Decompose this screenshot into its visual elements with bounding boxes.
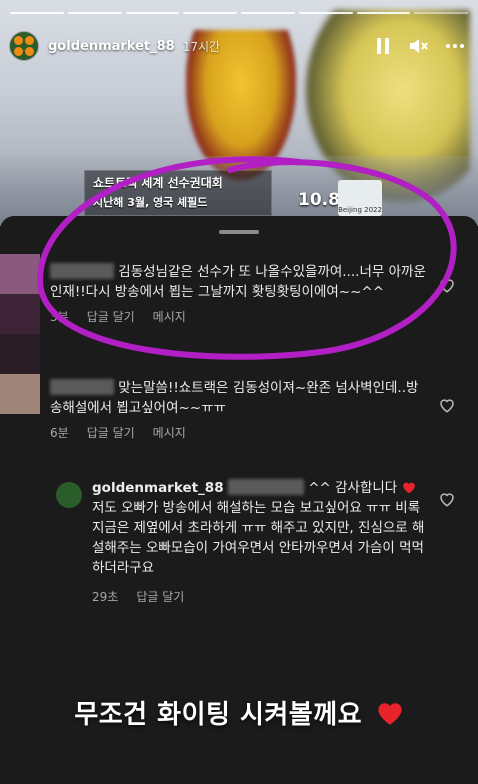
progress-segment	[183, 12, 237, 14]
avatar[interactable]	[0, 254, 40, 374]
blurred-username	[227, 479, 304, 495]
reply-button[interactable]: 답글 달기	[87, 424, 135, 441]
caption-line1: 쇼트트랙 세계 선수권대회	[93, 176, 223, 190]
more-icon[interactable]	[444, 35, 466, 57]
comment-time: 29초	[92, 590, 119, 604]
comment-time: 6분	[50, 426, 69, 440]
heart-icon[interactable]	[438, 396, 456, 414]
avatar[interactable]	[0, 374, 40, 414]
username[interactable]: goldenmarket_88	[48, 39, 175, 54]
message-button[interactable]: 메시지	[153, 424, 186, 441]
sheet-grabber[interactable]	[219, 230, 259, 234]
avatar[interactable]	[10, 32, 38, 60]
progress-segment	[67, 12, 122, 14]
score-display: 10.8	[298, 190, 340, 210]
progress-segment	[10, 12, 64, 14]
progress-segment	[356, 12, 411, 14]
comment-text: goldenmarket_88 ^^ 감사합니다 저도 오빠가 방송에서 해설하…	[92, 479, 425, 576]
comment-text: 김동성님같은 선수가 또 나올수있을까여....너무 아까운 인재!!다시 방송…	[50, 263, 426, 300]
caption-line2: 지난해 3월, 영국 셰필드	[93, 196, 208, 209]
blurred-username	[50, 379, 114, 395]
comment-time: 3분	[50, 310, 69, 324]
blurred-username	[50, 263, 114, 279]
message-button[interactable]: 메시지	[153, 308, 186, 325]
heart-icon[interactable]	[438, 490, 456, 508]
comment-text: 맞는말씀!!쇼트랙은 김동성이져~완존 넘사벽인데..방송해설에서 뵙고싶어여~…	[50, 379, 419, 416]
heart-emoji-icon	[402, 482, 415, 494]
story-header: goldenmarket_88 17시간	[10, 28, 466, 64]
overlay-text: 무조건 화이팅 시켜볼께요	[0, 694, 478, 731]
progress-segment	[241, 12, 295, 14]
reply-button[interactable]: 답글 달기	[87, 308, 135, 325]
pause-icon[interactable]	[372, 35, 394, 57]
heart-icon[interactable]	[438, 276, 456, 294]
story-progress	[10, 12, 468, 14]
broadcast-caption: 쇼트트랙 세계 선수권대회 지난해 3월, 영국 셰필드	[84, 170, 272, 216]
heart-emoji-icon	[377, 703, 402, 725]
reply-button[interactable]: 답글 달기	[136, 588, 184, 605]
avatar[interactable]	[56, 482, 82, 508]
post-time: 17시간	[182, 39, 221, 54]
progress-segment	[298, 12, 353, 14]
progress-segment	[414, 12, 468, 14]
progress-segment	[125, 12, 180, 14]
comment-username[interactable]: goldenmarket_88	[92, 480, 224, 496]
mute-icon[interactable]	[408, 35, 430, 57]
beijing-logo: Beijing 2022	[338, 180, 382, 216]
